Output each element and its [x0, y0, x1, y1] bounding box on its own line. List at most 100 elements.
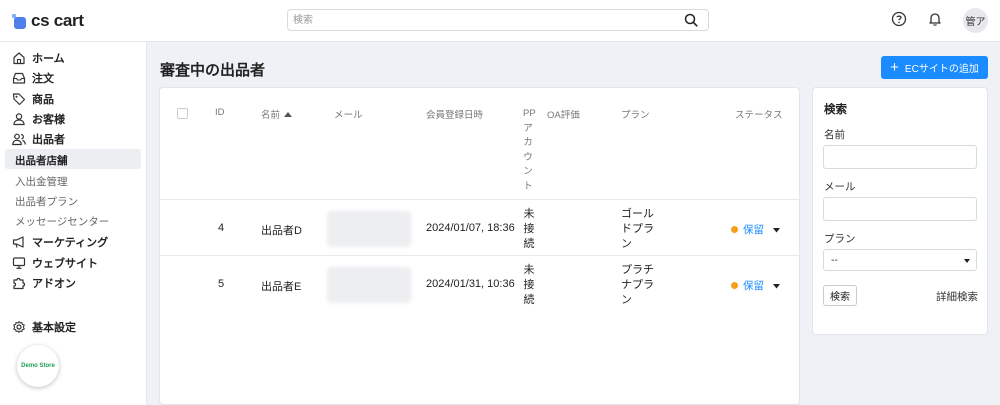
inbox-icon: [12, 72, 26, 84]
plan-line: ドプラ: [621, 223, 654, 235]
plan-line: ン: [621, 238, 632, 250]
sidebar-item-products[interactable]: 商品: [12, 91, 54, 107]
name-label: 名前: [824, 129, 845, 141]
plan-select-value: --: [831, 254, 838, 266]
row-divider: [160, 199, 799, 200]
cell-pp-account: 未接続: [523, 208, 535, 250]
help-icon[interactable]: [891, 11, 907, 30]
status-pending-dot-icon: [731, 282, 738, 289]
column-header-oa-rating[interactable]: OA評価: [547, 107, 580, 121]
column-header-name-label: 名前: [261, 110, 281, 121]
column-header-registered[interactable]: 会員登録日時: [426, 107, 483, 121]
sidebar-item-website[interactable]: ウェブサイト: [12, 255, 98, 271]
column-header-status[interactable]: ステータス: [735, 107, 783, 121]
chevron-down-icon: [964, 259, 970, 263]
search-button[interactable]: 検索: [823, 285, 857, 306]
sidebar-item-marketing[interactable]: マーケティング: [12, 234, 108, 250]
column-header-plan[interactable]: プラン: [621, 107, 650, 121]
gear-icon: [13, 321, 25, 333]
sidebar-item-label: ウェブサイト: [32, 258, 98, 270]
plan-line: プラチ: [621, 264, 654, 276]
plus-icon: +: [890, 59, 899, 76]
column-header-id[interactable]: ID: [215, 107, 225, 118]
sidebar-item-label: アドオン: [32, 278, 76, 290]
column-header-name[interactable]: 名前: [261, 107, 293, 121]
status-dropdown[interactable]: 保留: [731, 222, 780, 237]
plan-label: プラン: [824, 233, 856, 245]
plan-line: ナプラ: [621, 279, 654, 291]
cell-registered: 2024/01/07, 18:36: [426, 222, 515, 234]
add-storefront-label: ECサイトの追加: [904, 64, 979, 75]
status-label: 保留: [743, 280, 764, 292]
sidebar-item-addons[interactable]: アドオン: [12, 275, 76, 291]
sidebar-item-label: 出品者: [32, 134, 65, 146]
avatar[interactable]: 管ア: [963, 8, 988, 33]
sidebar-item-label: 商品: [32, 94, 54, 106]
sidebar-item-label: ホーム: [32, 53, 65, 65]
cell-registered: 2024/01/31, 10:36: [426, 278, 515, 290]
sidebar-item-label: お客様: [32, 114, 65, 126]
sidebar-subitem-label: 出品者店舗: [15, 155, 68, 167]
cell-plan: プラチ ナプラ ン: [621, 263, 661, 308]
logo-text: cs cart: [31, 11, 84, 30]
sidebar-item-label: 注文: [32, 73, 54, 85]
sidebar-item-vendors[interactable]: 出品者: [12, 131, 65, 147]
tag-icon: [12, 93, 26, 106]
megaphone-icon: [12, 236, 24, 248]
global-search: [287, 9, 709, 31]
person-icon: [13, 113, 25, 126]
sidebar-item-home[interactable]: ホーム: [12, 50, 65, 66]
logo-icon: [12, 14, 26, 29]
name-field[interactable]: [823, 145, 977, 169]
cell-name[interactable]: 出品者D: [261, 222, 302, 238]
add-storefront-button[interactable]: + ECサイトの追加: [881, 56, 988, 79]
caret-down-icon: [773, 224, 780, 236]
vendors-table: ID 名前 メール 会員登録日時 PPアカウント OA評価 プラン ステータス …: [159, 87, 800, 405]
sidebar-subitem-vendor-stores[interactable]: 出品者店舗: [5, 149, 141, 169]
sidebar-subitem-message-center[interactable]: メッセージセンター: [15, 214, 109, 229]
monitor-icon: [12, 257, 26, 269]
search-input[interactable]: [288, 10, 668, 30]
sidebar-item-label: マーケティング: [32, 237, 109, 249]
redacted-email: [327, 267, 411, 303]
search-panel: 検索 名前 メール プラン -- 検索 詳細検索: [812, 87, 988, 335]
top-bar: cs cart 管ア: [0, 0, 1000, 42]
plan-select[interactable]: --: [823, 249, 977, 271]
cell-name[interactable]: 出品者E: [261, 278, 301, 294]
page-title: 審査中の出品者: [160, 62, 266, 79]
puzzle-icon: [13, 277, 26, 290]
search-panel-title: 検索: [824, 104, 847, 116]
logo[interactable]: cs cart: [12, 11, 84, 31]
redacted-email: [327, 211, 411, 247]
email-field[interactable]: [823, 197, 977, 221]
bell-icon[interactable]: [927, 11, 943, 30]
column-header-pp-account[interactable]: PPアカウント: [523, 107, 536, 194]
sidebar-item-customers[interactable]: お客様: [12, 111, 65, 127]
caret-down-icon: [773, 280, 780, 292]
cell-pp-account: 未接続: [523, 264, 535, 306]
column-header-email[interactable]: メール: [334, 107, 363, 121]
status-pending-dot-icon: [731, 226, 738, 233]
demo-store-badge[interactable]: Demo Store: [17, 345, 59, 387]
status-label: 保留: [743, 224, 764, 236]
status-dropdown[interactable]: 保留: [731, 278, 780, 293]
cell-plan: ゴール ドプラ ン: [621, 207, 661, 252]
sidebar-subitem-vendor-plans[interactable]: 出品者プラン: [15, 194, 78, 209]
sidebar: ホーム 注文 商品 お客様 出品者 出品者店舗 入出金管理 出品者プラン メッセ…: [0, 42, 147, 405]
email-label: メール: [824, 181, 856, 193]
cell-id: 5: [218, 278, 225, 290]
plan-line: ン: [621, 294, 632, 306]
sidebar-item-orders[interactable]: 注文: [12, 70, 54, 86]
search-icon[interactable]: [684, 13, 698, 30]
sort-asc-icon: [284, 109, 293, 120]
row-divider: [160, 255, 799, 256]
plan-line: ゴール: [621, 208, 654, 220]
advanced-search-link[interactable]: 詳細検索: [936, 289, 978, 304]
people-icon: [12, 133, 26, 146]
sidebar-item-label: 基本設定: [32, 322, 76, 334]
sidebar-item-settings[interactable]: 基本設定: [12, 319, 76, 335]
select-all-checkbox[interactable]: [177, 108, 188, 119]
cell-id: 4: [218, 222, 225, 234]
sidebar-subitem-accounting[interactable]: 入出金管理: [15, 174, 68, 189]
home-icon: [13, 52, 25, 65]
